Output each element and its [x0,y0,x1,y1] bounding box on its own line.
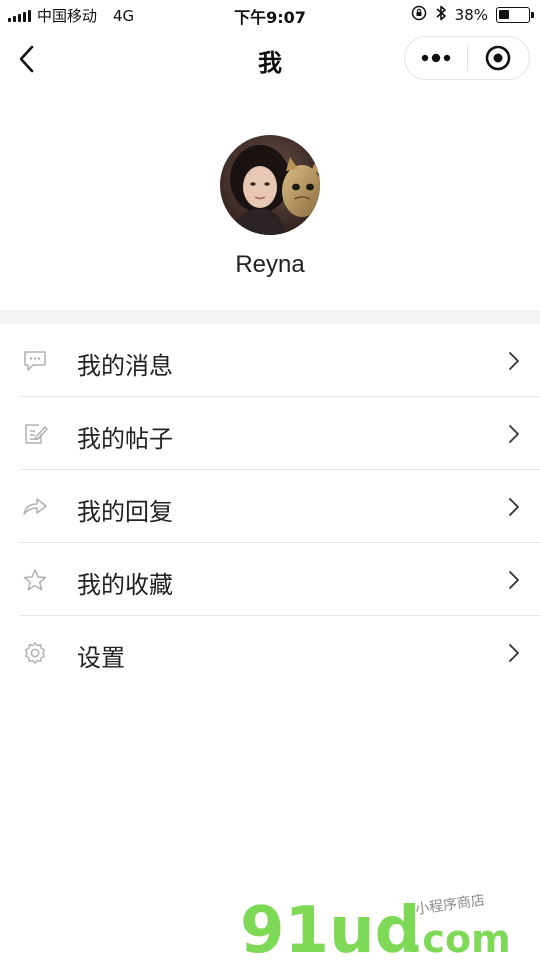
menu-item-posts[interactable]: 我的帖子 [0,397,540,470]
menu-item-label: 我的帖子 [77,425,173,453]
menu-item-settings[interactable]: 设置 [0,616,540,689]
close-mini-program-button[interactable] [467,37,529,79]
watermark-tagline: 小程序商店 [414,892,486,918]
chevron-right-icon [509,644,519,662]
menu-item-label: 我的回复 [77,498,173,526]
section-divider [0,310,540,324]
more-dots-icon [421,53,450,63]
chevron-right-icon [509,425,519,443]
username: Reyna [235,251,305,278]
profile-section: Reyna [0,88,540,310]
gear-icon [24,642,46,664]
menu-list: 我的消息 我的帖子 我的回复 我的收藏 设置 [0,324,540,689]
status-bar-right: 38% [411,4,534,26]
chevron-right-icon [509,571,519,589]
menu-item-label: 设置 [77,644,125,672]
star-icon [23,569,47,591]
more-button[interactable] [405,37,467,79]
watermark-brand: 91ud [240,894,420,960]
target-circle-icon [485,45,511,71]
reply-arrow-icon [23,498,47,515]
battery-percent: 38% [454,6,488,24]
post-edit-icon [25,424,48,444]
menu-item-favorites[interactable]: 我的收藏 [0,543,540,616]
navigation-bar: 我 [0,30,540,88]
avatar[interactable] [220,135,320,235]
status-bar: 中国移动 4G 下午9:07 38% [0,0,540,30]
menu-item-label: 我的收藏 [77,571,173,599]
watermark-logo: 91ud .com 小程序商店 [240,880,540,960]
watermark-domain: .com [408,917,511,960]
menu-item-replies[interactable]: 我的回复 [0,470,540,543]
battery-icon [496,7,534,23]
rotation-lock-icon [411,5,427,25]
chevron-right-icon [509,498,519,516]
bluetooth-icon [435,4,447,26]
mini-program-capsule [404,36,530,80]
message-icon [24,351,46,371]
menu-item-messages[interactable]: 我的消息 [0,324,540,397]
chevron-right-icon [509,352,519,370]
menu-item-label: 我的消息 [77,352,173,380]
